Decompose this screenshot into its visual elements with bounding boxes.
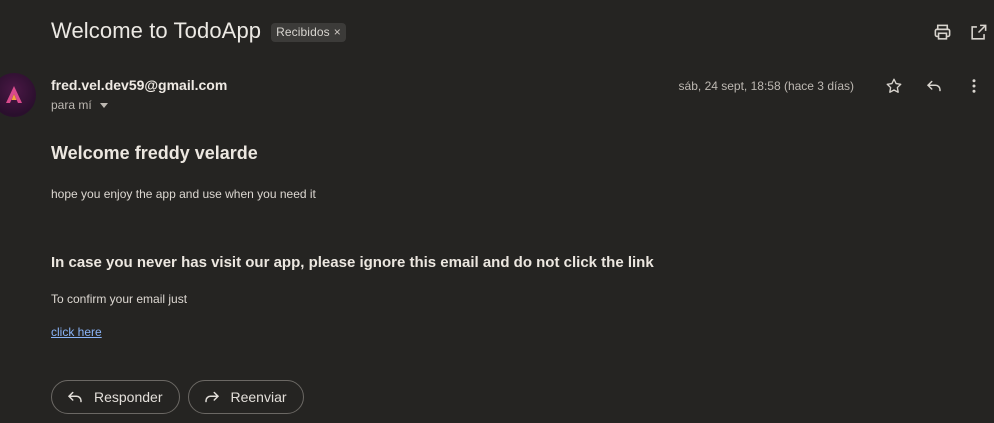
avatar-logo-icon — [6, 86, 22, 103]
avatar[interactable] — [0, 73, 36, 117]
label-chip-text: Recibidos — [276, 24, 330, 39]
forward-button[interactable]: Reenviar — [187, 380, 304, 414]
print-icon[interactable] — [932, 22, 952, 42]
label-remove-button[interactable]: × — [334, 25, 341, 39]
reply-button-label: Responder — [94, 389, 163, 405]
message-date: sáb, 24 sept, 18:58 (hace 3 días) — [678, 79, 854, 93]
email-body-heading: Welcome freddy velarde — [51, 143, 258, 163]
email-body-intro: hope you enjoy the app and use when you … — [51, 187, 316, 201]
subject-text: Welcome to TodoApp — [51, 18, 262, 43]
star-icon[interactable] — [874, 76, 914, 96]
email-body-notice: In case you never has visit our app, ple… — [51, 254, 654, 271]
reply-icon[interactable] — [914, 76, 954, 96]
message-actions: Responder Reenviar — [51, 380, 304, 414]
label-chip-inbox[interactable]: Recibidos × — [271, 22, 346, 42]
recipient-details-toggle[interactable]: para mí — [51, 98, 108, 112]
reply-button[interactable]: Responder — [51, 380, 180, 414]
open-in-new-window-icon[interactable] — [968, 22, 988, 42]
recipient-line-text: para mí — [51, 98, 92, 112]
forward-icon — [204, 391, 219, 403]
more-vert-icon[interactable] — [954, 76, 994, 96]
email-subject: Welcome to TodoApp Recibidos × — [51, 18, 346, 44]
message-meta: sáb, 24 sept, 18:58 (hace 3 días) — [679, 76, 994, 96]
chevron-down-icon — [99, 102, 108, 108]
forward-button-label: Reenviar — [230, 389, 287, 405]
sender-email[interactable]: fred.vel.dev59@gmail.com — [51, 77, 227, 93]
email-body-confirm-text: To confirm your email just — [51, 292, 188, 306]
confirm-link[interactable]: click here — [51, 325, 102, 339]
top-actions — [932, 22, 988, 42]
reply-icon — [68, 391, 82, 403]
